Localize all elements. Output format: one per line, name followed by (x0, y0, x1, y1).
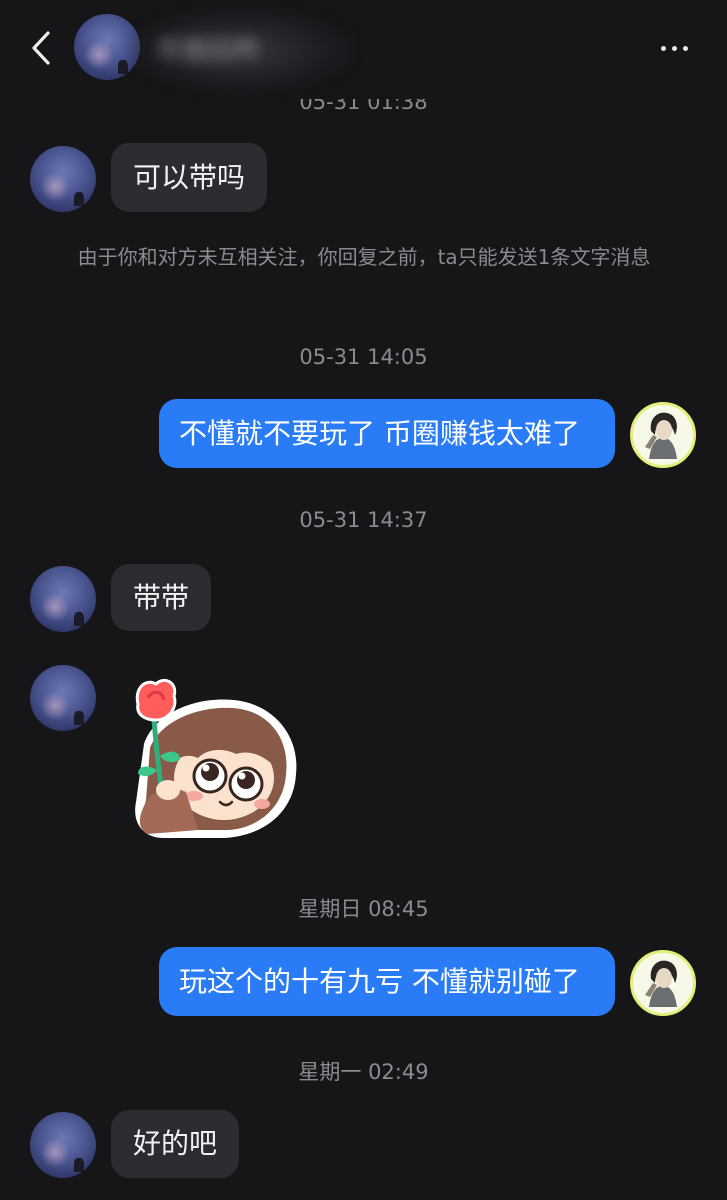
system-notice: 由于你和对方未互相关注，你回复之前，ta只能发送1条文字消息 (77, 245, 651, 269)
girl-holding-rose-sticker[interactable] (124, 674, 302, 844)
contact-avatar[interactable] (30, 1112, 96, 1178)
more-dots-icon (660, 45, 666, 51)
chat-screen: 币圈后昨 05-31 01:38 可以带吗 由于你和对方未互相关注，你回复之前，… (0, 0, 727, 1200)
contact-avatar[interactable] (30, 566, 96, 632)
my-avatar[interactable] (630, 402, 696, 468)
contact-avatar[interactable] (30, 665, 96, 731)
incoming-message-bubble[interactable]: 带带 (111, 564, 212, 631)
outgoing-message-bubble[interactable]: 不懂就不要玩了 币圈赚钱太难了 (159, 399, 615, 468)
more-options-button[interactable] (652, 34, 696, 62)
contact-name[interactable]: 币圈后昨 (156, 30, 260, 67)
chat-header: 币圈后昨 (0, 0, 727, 96)
person-avatar-icon (645, 960, 677, 1007)
back-button[interactable] (24, 28, 58, 68)
outgoing-message-bubble[interactable]: 玩这个的十有九亏 不懂就别碰了 (159, 947, 615, 1016)
my-avatar[interactable] (630, 950, 696, 1016)
person-avatar-icon (645, 412, 677, 459)
message-timestamp: 星期日 08:45 (298, 897, 429, 921)
message-timestamp: 05-31 14:37 (299, 508, 428, 532)
message-timestamp: 05-31 14:05 (299, 345, 428, 369)
incoming-message-bubble[interactable]: 好的吧 (111, 1110, 240, 1178)
contact-avatar[interactable] (30, 146, 96, 212)
chevron-left-icon (32, 31, 50, 65)
message-timestamp: 星期一 02:49 (298, 1060, 429, 1084)
incoming-message-bubble[interactable]: 可以带吗 (111, 143, 268, 212)
